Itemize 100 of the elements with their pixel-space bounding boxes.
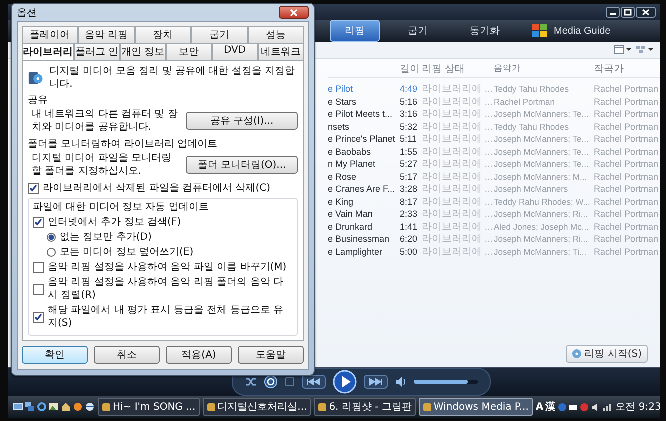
start-rip-button[interactable]: 리핑 시작(S) <box>566 345 648 363</box>
minimize-icon[interactable] <box>606 6 620 18</box>
options-tab[interactable]: 라이브러리 <box>22 43 74 60</box>
composer-cell: Rachel Portman <box>594 159 656 170</box>
checkbox[interactable] <box>28 183 39 194</box>
options-tab[interactable]: 장치 <box>134 26 192 43</box>
close-icon[interactable] <box>636 6 656 18</box>
composer-cell: Rachel Portman <box>594 209 656 220</box>
dialog-button[interactable]: 적용(A) <box>166 346 232 364</box>
maximize-icon[interactable] <box>621 6 635 18</box>
nav-tab[interactable]: 리핑 <box>330 20 380 42</box>
input-method-indicator[interactable]: 漢 <box>546 400 556 414</box>
view-options-icon[interactable] <box>614 45 632 54</box>
taskbar-button[interactable]: Hi~ I'm SONG ... <box>98 398 200 416</box>
monitor-folders-button[interactable]: 폴더 모니터링(O)... <box>186 156 298 174</box>
app-icon <box>206 402 216 412</box>
taskbar-button[interactable]: 디지털신호처리실... <box>202 398 312 416</box>
artist-cell-text: Joseph McManners <box>494 184 570 194</box>
close-button[interactable] <box>279 6 309 19</box>
volume-slider[interactable] <box>414 380 478 384</box>
options-tab[interactable]: 개인 정보 <box>120 43 166 60</box>
options-tab[interactable]: 플러그 인 <box>74 43 120 60</box>
checkbox[interactable] <box>33 217 44 228</box>
rip-status: 라이브러리에 ... <box>422 120 494 134</box>
house-icon[interactable] <box>61 402 71 412</box>
track-title[interactable]: e Baobabs <box>328 146 400 157</box>
clock[interactable]: 오전 9:23 <box>616 400 662 414</box>
composer-cell: Rachel Portman <box>594 234 656 244</box>
options-tab[interactable]: 성능 <box>248 26 304 43</box>
nav-tab[interactable]: 동기화 <box>456 21 514 41</box>
close-icon <box>290 8 298 16</box>
options-tab[interactable]: 보안 <box>166 43 212 60</box>
options-tab[interactable]: 굽기 <box>191 26 248 43</box>
composer-cell: Rachel Portman <box>594 122 656 132</box>
nav-tab[interactable]: 굽기 <box>394 21 442 41</box>
taskbar-button[interactable]: 6. 리핑샷 - 그림판 <box>314 398 416 416</box>
track-title[interactable]: nsets <box>328 122 400 132</box>
browser-icon[interactable] <box>37 402 47 412</box>
radio-button[interactable] <box>47 233 56 242</box>
column-header[interactable]: 리핑 상태 <box>422 62 494 76</box>
play-icon[interactable] <box>333 370 357 394</box>
network-icon[interactable] <box>602 402 611 412</box>
options-tab[interactable]: 네트워크 <box>258 43 304 60</box>
track-title[interactable]: e Lamplighter <box>328 246 400 257</box>
speaker-icon[interactable] <box>590 402 600 412</box>
taskbar-button[interactable]: Windows Media P... <box>418 398 533 416</box>
track-length: 4:49 <box>400 84 419 94</box>
track-length: 2:33 <box>400 209 419 220</box>
stop-icon[interactable] <box>285 377 295 387</box>
rip-status: 라이브러리에 ... <box>422 208 494 222</box>
track-title[interactable]: e King <box>328 196 400 207</box>
column-header[interactable]: 음악가 <box>494 63 594 75</box>
previous-icon[interactable] <box>302 375 326 389</box>
artist-cell-text: Teddy Tahu Rhodes <box>494 122 570 132</box>
track-title[interactable]: e Drunkard <box>328 222 400 232</box>
dialog-button[interactable]: 도움말 <box>238 346 304 364</box>
rip-status: 라이브러리에 ... <box>422 108 494 122</box>
dialog-button[interactable]: 확인 <box>22 346 88 364</box>
options-tab[interactable]: DVD <box>212 43 258 60</box>
volume-icon[interactable] <box>395 376 407 388</box>
track-title[interactable]: e Rose <box>328 172 400 182</box>
track-title[interactable]: e Vain Man <box>328 209 400 220</box>
section-heading: 공유 <box>28 94 49 107</box>
checkbox[interactable] <box>33 312 44 322</box>
track-title[interactable]: n My Planet <box>328 159 400 170</box>
picture-icon[interactable] <box>49 402 59 412</box>
track-title[interactable]: e Stars <box>328 96 400 107</box>
globe-icon[interactable] <box>85 402 95 412</box>
artist-cell-text: Joseph McManners; Ri... <box>494 209 590 220</box>
track-title[interactable]: e Pilot Meets t... <box>328 109 400 120</box>
options-tab[interactable]: 음악 리핑 <box>78 26 135 43</box>
ball-icon[interactable] <box>73 402 83 412</box>
section-heading: 파일에 대한 미디어 정보 자동 업데이트 <box>33 201 210 214</box>
track-title[interactable]: e Prince's Planet <box>328 134 400 144</box>
next-icon[interactable] <box>364 375 388 389</box>
repeat-icon[interactable] <box>264 375 278 389</box>
options-tab[interactable]: 플레이어 <box>22 26 78 43</box>
dialog-button[interactable]: 취소 <box>94 346 160 364</box>
layout-options-icon[interactable] <box>636 45 654 54</box>
radio-button[interactable] <box>47 248 56 257</box>
checkbox[interactable] <box>33 262 44 273</box>
disc-icon <box>572 349 582 359</box>
checkbox[interactable] <box>33 284 44 294</box>
column-header[interactable]: 작곡가 <box>594 62 656 76</box>
window-switch-icon[interactable] <box>25 402 35 412</box>
track-length: 3:16 <box>400 109 419 120</box>
track-title[interactable]: e Businessman <box>328 234 400 244</box>
rip-status: 라이브러리에 ... <box>422 83 494 96</box>
composer-cell: Rachel Portman <box>594 222 656 232</box>
column-header[interactable]: 길이 <box>400 62 422 76</box>
configure-sharing-button[interactable]: 공유 구성(I)... <box>186 112 298 130</box>
track-title[interactable]: e Cranes Are F... <box>328 184 400 194</box>
shuffle-icon[interactable] <box>245 376 257 388</box>
composer-cell: Rachel Portman <box>594 84 656 94</box>
app-icon <box>422 402 432 412</box>
desktop-icon[interactable] <box>13 402 23 412</box>
input-method-indicator[interactable]: A <box>536 402 544 412</box>
track-title[interactable]: e Pilot <box>328 84 400 94</box>
media-guide-tab[interactable]: Media Guide <box>528 21 625 41</box>
artist-cell-text: Joseph McManners; Te... <box>494 159 590 170</box>
